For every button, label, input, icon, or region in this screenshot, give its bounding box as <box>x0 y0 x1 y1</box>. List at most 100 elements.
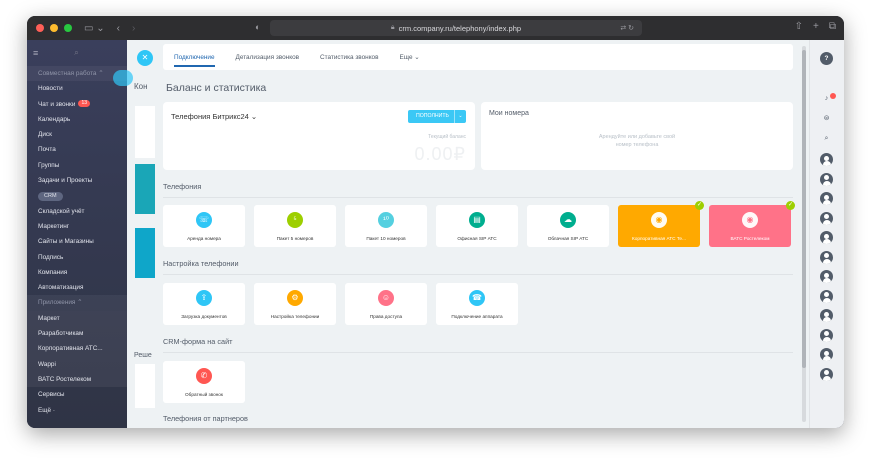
sidebar-toggle-icon[interactable]: ▭ ⌄ <box>84 23 105 34</box>
sidebar-item-label: Диск <box>38 131 52 139</box>
reload-icon[interactable]: ⇄ ↻ <box>620 24 634 32</box>
tab[interactable]: Детализация звонков <box>236 46 299 69</box>
close-window-button[interactable] <box>36 24 44 32</box>
feature-tile[interactable]: ◉ Корпоративная АТС Те... ✓ <box>618 201 704 247</box>
topup-button[interactable]: ПОПОЛНИТЬ ⌄ <box>408 110 466 123</box>
back-icon[interactable]: ‹ <box>117 23 120 34</box>
sidebar-item[interactable]: ВАТС Ростелеком <box>27 371 127 388</box>
forward-icon[interactable]: › <box>132 23 135 34</box>
phone-rent-icon: ☏ <box>196 212 212 228</box>
sidebar-item-label: Корпоративная АТС... <box>38 345 103 353</box>
feature-tile[interactable]: ⚙ Настройка телефонии <box>254 283 336 325</box>
search-people-icon[interactable]: ⊜ <box>820 112 833 125</box>
balance-provider-select[interactable]: Телефония Битрикс24 ⌄ <box>171 112 257 121</box>
background-banner <box>135 164 157 214</box>
sidebar-item[interactable]: Приложения ⌃ <box>27 295 127 311</box>
scrollbar-thumb[interactable] <box>802 50 806 368</box>
tab[interactable]: Еще ⌄ <box>400 45 420 69</box>
sidebar-item-label: Компания <box>38 268 68 276</box>
access-rights-icon: ☺ <box>378 290 394 306</box>
background-section-fragment: Реше <box>134 352 152 359</box>
sidebar-item[interactable]: Сайты и Магазины <box>27 234 127 249</box>
sidebar-item-label: Ещё · <box>38 406 55 414</box>
user-avatar-icon[interactable] <box>820 289 833 303</box>
tile-label: Корпоративная АТС Те... <box>632 236 686 241</box>
background-card <box>135 106 157 158</box>
feature-tile[interactable]: ☁ Облачная SIP АТС <box>527 205 609 247</box>
sidebar-item[interactable]: Wappi <box>27 356 127 372</box>
search-icon[interactable]: ⌕ <box>820 132 833 145</box>
tile-label: Офисная SIP АТС <box>457 236 497 241</box>
privacy-shield-icon[interactable]: ◐ <box>255 22 260 32</box>
notifications-badge <box>830 93 836 99</box>
sidebar-item[interactable]: Новости <box>27 81 127 96</box>
cloud-sip-icon: ☁ <box>560 212 576 228</box>
feature-tile[interactable]: ◉ ВАТС Ростелеком ✓ <box>709 201 795 247</box>
user-avatar-icon[interactable] <box>820 153 833 166</box>
sidebar-item[interactable]: Диск <box>27 127 127 142</box>
sidebar-item[interactable]: Группы <box>27 158 127 173</box>
feature-tile[interactable]: ☏ Аренда номера <box>163 205 245 247</box>
sidebar-item[interactable]: Корпоративная АТС... <box>27 341 127 357</box>
sidebar-item[interactable]: Маркетинг <box>27 219 127 234</box>
user-avatar-icon[interactable] <box>820 192 833 205</box>
counter-badge: 13 <box>78 100 90 108</box>
sidebar-item[interactable]: Совместная работа ⌃ <box>27 66 127 82</box>
toolbar-right: ⇧ + ⧉ <box>795 21 836 32</box>
help-icon[interactable]: ? <box>820 52 833 65</box>
device-connect-icon: ☎ <box>469 290 485 306</box>
sidebar-item[interactable]: Автоматизация <box>27 280 127 295</box>
user-avatar-icon[interactable] <box>820 309 833 322</box>
search-icon[interactable]: ⌕ <box>74 48 78 58</box>
slider-scrollbar[interactable] <box>802 46 806 422</box>
sidebar-item[interactable]: Сервисы <box>27 387 127 402</box>
sidebar-item[interactable]: Чат и звонки 13 <box>27 97 127 112</box>
sidebar-item[interactable]: Компания <box>27 265 127 280</box>
sidebar-item-label: Подпись <box>38 253 64 261</box>
feature-tile[interactable]: ✆ Обратный звонок <box>163 361 245 403</box>
menu-icon[interactable]: ≡ <box>33 48 38 58</box>
background-card-2 <box>135 364 157 408</box>
feature-tile[interactable]: ⁵ Пакет 5 номеров <box>254 205 336 247</box>
sidebar-item[interactable]: Задачи и Проекты <box>27 173 127 188</box>
user-avatar-icon[interactable] <box>820 211 833 225</box>
user-avatar-icon[interactable] <box>820 231 833 244</box>
feature-tile[interactable]: ¹⁰ Пакет 10 номеров <box>345 205 427 247</box>
sidebar-item[interactable]: Почта <box>27 142 127 157</box>
sidebar-item[interactable]: Подпись <box>27 250 127 265</box>
sidebar-item[interactable]: Календарь <box>27 112 127 127</box>
user-avatar-icon[interactable] <box>820 250 833 264</box>
tab[interactable]: Статистика звонков <box>320 46 379 69</box>
section-divider <box>163 197 793 198</box>
sidebar-item-label: Совместная работа ⌃ <box>38 70 104 77</box>
user-avatar-icon[interactable] <box>820 328 833 342</box>
share-icon[interactable]: ⇧ <box>795 21 803 32</box>
feature-tile[interactable]: ☎ Подключение аппарата <box>436 283 518 325</box>
feature-tile[interactable]: ☺ Права доступа <box>345 283 427 325</box>
user-avatar-icon[interactable] <box>820 270 833 283</box>
sidebar-item[interactable]: Маркет <box>27 310 127 327</box>
user-avatar-icon[interactable] <box>820 367 833 381</box>
tab[interactable]: Подключение <box>174 46 215 69</box>
minimize-window-button[interactable] <box>50 24 58 32</box>
address-bar[interactable]: 🔒︎ crm.company.ru/telephony/index.php ⇄ … <box>270 20 642 36</box>
sidebar-item-label: Разработчикам <box>38 330 84 338</box>
sidebar-item[interactable]: Разработчикам <box>27 326 127 342</box>
tile-label: Настройка телефонии <box>270 314 320 319</box>
new-tab-icon[interactable]: + <box>813 21 819 32</box>
feature-tile[interactable]: ⇪ Загрузка документов <box>163 283 245 325</box>
collapse-sidebar-button[interactable] <box>113 70 133 86</box>
lock-icon: 🔒︎ <box>390 24 395 31</box>
chevron-down-icon[interactable]: ⌄ <box>454 110 466 123</box>
sidebar-item-label: Задачи и Проекты <box>38 177 93 185</box>
browser-window: ▭ ⌄ ‹ › ◐ 🔒︎ crm.company.ru/telephony/in… <box>27 16 844 428</box>
close-slider-button[interactable]: ✕ <box>137 50 153 66</box>
user-avatar-icon[interactable] <box>820 348 833 361</box>
sidebar-item[interactable]: CRM <box>27 188 127 203</box>
sidebar-item[interactable]: Ещё · <box>27 403 127 418</box>
feature-tile[interactable]: ▤ Офисная SIP АТС <box>436 205 518 247</box>
user-avatar-icon[interactable] <box>820 172 833 186</box>
tabs-overview-icon[interactable]: ⧉ <box>829 21 836 32</box>
zoom-window-button[interactable] <box>64 24 72 32</box>
sidebar-item[interactable]: Складской учёт <box>27 204 127 219</box>
